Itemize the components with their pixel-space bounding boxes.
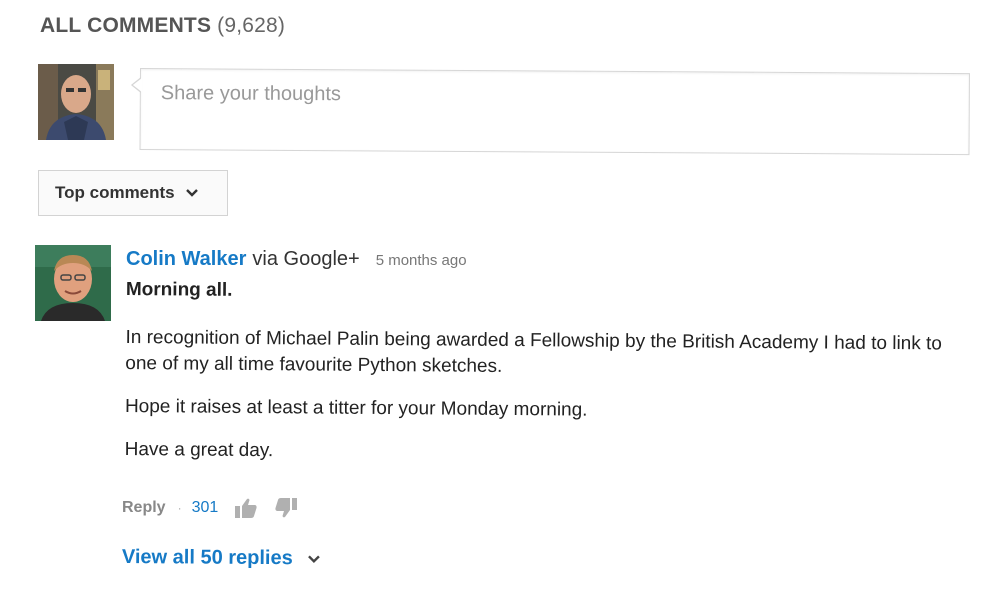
thumbs-down-icon[interactable] [274, 497, 298, 519]
sort-label: Top comments [55, 183, 175, 202]
comments-count: (9,628) [217, 14, 286, 37]
view-replies-button[interactable]: View all 50 replies [122, 546, 321, 570]
reply-button[interactable]: Reply [122, 499, 166, 517]
comments-title: ALL COMMENTS [40, 14, 212, 37]
comment-author-link[interactable]: Colin Walker [126, 248, 246, 271]
chevron-down-icon [307, 554, 321, 564]
thumbs-up-icon[interactable] [234, 497, 258, 519]
view-replies-label: View all 50 replies [121, 546, 293, 570]
comment-item: Colin Walker via Google+ 5 months ago Mo… [125, 248, 976, 480]
chevron-down-icon [185, 188, 199, 198]
comment-composer[interactable] [139, 68, 970, 156]
comment-timestamp[interactable]: 5 months ago [376, 252, 467, 269]
comment-text: Morning all. In recognition of Michael P… [125, 277, 976, 470]
comment-meta: Colin Walker via Google+ 5 months ago [126, 248, 976, 271]
comment-paragraph: Hope it raises at least a titter for you… [124, 395, 588, 421]
sort-comments-dropdown[interactable]: Top comments [38, 170, 228, 216]
comment-author-avatar[interactable] [35, 245, 111, 321]
comment-paragraph: In recognition of Michael Palin being aw… [125, 326, 942, 377]
like-count: 301 [191, 499, 219, 516]
current-user-avatar[interactable] [38, 64, 114, 140]
comments-header: ALL COMMENTS (9,628) [40, 14, 285, 38]
comment-source: via Google+ [252, 248, 360, 270]
share-thoughts-input[interactable] [158, 81, 943, 111]
comment-actions: Reply · 301 [122, 497, 298, 519]
comments-section: ALL COMMENTS(9,628) Top comments [0, 0, 1000, 600]
comment-paragraph: Morning all. [125, 278, 233, 301]
action-separator: · [177, 501, 182, 515]
comment-paragraph: Have a great day. [124, 438, 274, 462]
